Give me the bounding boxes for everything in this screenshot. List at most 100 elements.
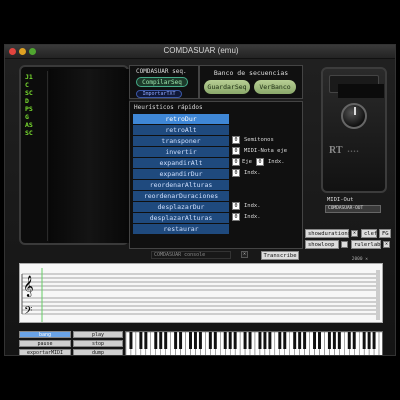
expand-alt-index-field[interactable]: 0	[256, 158, 264, 166]
piano-black-key	[144, 332, 148, 349]
knob-indicator	[354, 107, 356, 115]
heuristic-button-expandiralt[interactable]: expandirAlt	[133, 158, 229, 168]
piano-black-key	[318, 332, 321, 349]
app-body: J1 C SC D PS G AS SC COMDASUAR seq. CompilarSeq…	[5, 59, 395, 356]
device-logo: RT	[329, 145, 343, 156]
device-knob[interactable]	[341, 103, 367, 129]
shift-dur-index-field[interactable]: 0	[232, 202, 240, 210]
bank-label: Banco de secuencias	[213, 69, 289, 77]
export-midi-button[interactable]: exportarMIDI	[19, 349, 71, 355]
piano-black-key	[283, 332, 287, 349]
heuristic-button-retroalt[interactable]: retroAlt	[133, 125, 229, 135]
piano-black-key	[352, 332, 356, 349]
piano-black-key	[189, 332, 192, 349]
variable-item: D	[25, 97, 29, 105]
device-sublabel: ••••	[347, 149, 360, 155]
piano-black-key	[293, 332, 297, 349]
view-bank-button[interactable]: VerBanco	[254, 80, 296, 94]
heuristic-button-retrodur[interactable]: retroDur	[133, 114, 229, 124]
piano-black-key	[233, 332, 237, 349]
variable-item: C	[25, 81, 29, 89]
piano-white-key	[378, 332, 382, 355]
console-label: COMDASUAR console	[151, 251, 231, 259]
bang-button[interactable]: bang	[19, 331, 71, 338]
stop-button[interactable]: stop	[73, 340, 123, 347]
heuristic-button-reordenaralturas[interactable]: reordenarAlturas	[133, 180, 229, 190]
device-screen	[338, 84, 384, 98]
piano-black-key	[179, 332, 183, 349]
expand-alt-axis-field[interactable]: 0	[232, 158, 240, 166]
pause-button[interactable]: pause	[19, 340, 71, 347]
piano-black-key	[154, 332, 158, 349]
app-window: COMDASUAR (emu) J1 C SC D PS G AS SC COMDASUAR …	[4, 44, 396, 356]
piano-black-key	[164, 332, 168, 349]
variable-item: AS	[25, 121, 33, 129]
piano-black-key	[159, 332, 163, 349]
piano-black-key	[268, 332, 272, 349]
expand-dur-index-field[interactable]: 0	[232, 169, 240, 177]
show-durations-button[interactable]: showdurations	[305, 229, 351, 238]
show-durations-checkbox[interactable]: ✕	[351, 230, 358, 237]
heuristic-button-invertir[interactable]: invertir	[133, 147, 229, 157]
fg-button[interactable]: FG	[379, 229, 391, 238]
axis-label: Eje	[242, 159, 252, 165]
sequence-bank-box: Banco de secuencias GuardarSeq VerBanco	[199, 65, 303, 99]
treble-clef-icon: 𝄞	[23, 276, 34, 297]
show-loop-checkbox[interactable]	[341, 241, 348, 248]
score-staff: 2000 ✕ 𝄞 𝄢	[19, 257, 383, 323]
heuristic-button-transponer[interactable]: transponer	[133, 136, 229, 146]
piano-black-key	[263, 332, 267, 349]
piano-black-key	[129, 332, 133, 349]
import-txt-button[interactable]: ImportarTXT	[136, 90, 182, 98]
piano-keyboard[interactable]	[125, 331, 383, 356]
staff-lines: 𝄞 𝄢	[21, 268, 376, 322]
heuristic-button-desplazardur[interactable]: desplazarDur	[133, 202, 229, 212]
score-scrollbar[interactable]	[376, 270, 380, 320]
piano-black-key	[367, 332, 371, 349]
piano-black-key	[223, 332, 227, 349]
heuristic-button-expandirdur[interactable]: expandirDur	[133, 169, 229, 179]
clefs-button[interactable]: clefs	[361, 229, 381, 238]
piano-black-key	[332, 332, 336, 349]
piano-black-key	[278, 332, 282, 349]
variable-item: J1	[25, 73, 33, 81]
piano-black-key	[337, 332, 341, 349]
quick-heuristics-panel: Heurísticos rápidos retroDur retroAlt tran…	[129, 101, 303, 249]
dump-button[interactable]: dump	[73, 349, 123, 355]
play-button[interactable]: play	[73, 331, 123, 338]
semitones-field[interactable]: 0	[232, 136, 240, 144]
ruler-labels-button[interactable]: rulerlabels	[351, 240, 390, 249]
variable-item: PS	[25, 105, 33, 113]
show-loop-button[interactable]: showloop	[305, 240, 339, 249]
piano-black-key	[303, 332, 307, 349]
title-bar: COMDASUAR (emu)	[5, 45, 395, 59]
window-title: COMDASUAR (emu)	[163, 46, 239, 55]
heuristic-button-reordenarduraciones[interactable]: reordenarDuraciones	[133, 191, 229, 201]
midi-out-select[interactable]: COMDASUAR-OUT	[325, 205, 381, 213]
index-label: Indx.	[244, 170, 261, 176]
console-close-icon[interactable]: ✕	[241, 251, 248, 258]
index-label: Indx.	[244, 203, 261, 209]
midi-note-axis-field[interactable]: 0	[232, 147, 240, 155]
midi-note-axis-label: MIDI-Nota eje	[244, 148, 288, 154]
variable-item: SC	[25, 89, 33, 97]
piano-black-key	[228, 332, 232, 349]
heuristics-label: Heurísticos rápidos	[134, 104, 203, 111]
sequence-label: COMDASUAR seq.	[136, 68, 187, 75]
shift-pitch-index-field[interactable]: 0	[232, 213, 240, 221]
save-sequence-button[interactable]: GuardarSeq	[204, 80, 250, 94]
piano-black-key	[174, 332, 178, 349]
piano-black-key	[139, 332, 143, 349]
heuristic-button-desplazaralturas[interactable]: desplazarAlturas	[133, 213, 229, 223]
ruler-labels-checkbox[interactable]: ✕	[383, 241, 390, 248]
variables-panel: J1 C SC D PS G AS SC	[19, 65, 129, 245]
piano-black-key	[243, 332, 247, 349]
compile-sequence-button[interactable]: CompilarSeq	[136, 77, 188, 87]
visualizer-column	[49, 69, 129, 243]
transcribe-button[interactable]: Transcribe	[261, 251, 299, 260]
heuristic-button-restaurar[interactable]: restaurar	[133, 224, 229, 234]
sequence-box: COMDASUAR seq. CompilarSeq ImportarTXT	[129, 65, 199, 99]
piano-black-key	[362, 332, 366, 349]
piano-black-key	[208, 332, 212, 349]
piano-black-key	[313, 332, 317, 349]
